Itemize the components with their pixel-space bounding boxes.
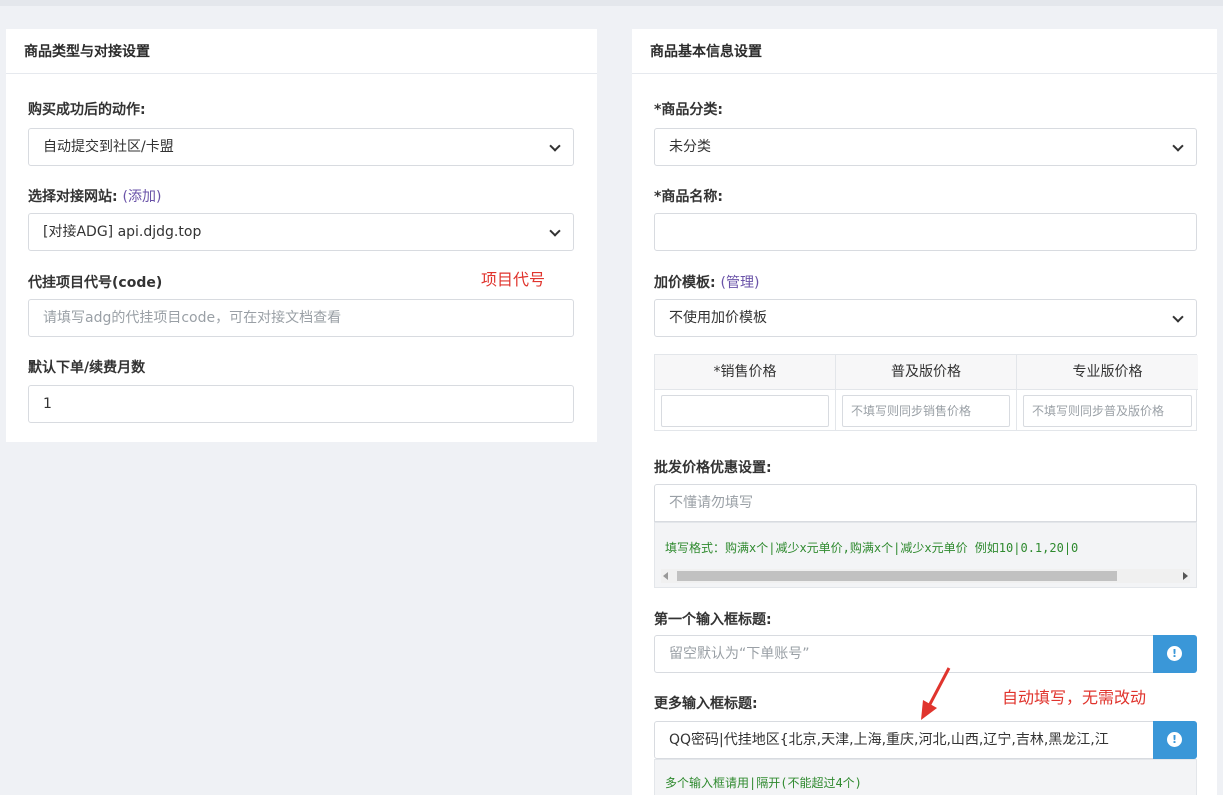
name-input[interactable] — [654, 213, 1197, 251]
more-inputs-hint: 多个输入框请用|隔开(不能超过4个) — [654, 759, 1197, 795]
label-action: 购买成功后的动作: — [28, 102, 146, 118]
label-site: 选择对接网站: (添加) — [28, 186, 161, 206]
annotation-project-code: 项目代号 — [481, 270, 546, 289]
scroll-left-arrow-icon[interactable] — [663, 572, 668, 580]
select-markup-value: 不使用加价模板 — [669, 310, 767, 326]
annotation-autofill: 自动填写，无需改动 — [1002, 688, 1147, 707]
label-site-text: 选择对接网站: — [28, 189, 118, 205]
label-more-inputs: 更多输入框标题: — [654, 696, 758, 712]
wholesale-hint-text: 填写格式：购满x个|减少x元单价,购满x个|减少x元单价 例如10|0.1,20… — [665, 541, 1079, 555]
select-category-value: 未分类 — [669, 139, 711, 155]
select-action-value: 自动提交到社区/卡盟 — [43, 139, 174, 155]
price-table: *销售价格 普及版价格 专业版价格 不填写则同步销售价格 不填写则同步普及版价格 — [654, 354, 1198, 431]
select-markup[interactable]: 不使用加价模板 — [654, 299, 1197, 337]
basic-price-input[interactable]: 不填写则同步销售价格 — [842, 395, 1010, 427]
price-cell-pro: 不填写则同步普及版价格 — [1017, 389, 1198, 431]
price-cell-basic: 不填写则同步销售价格 — [836, 389, 1017, 431]
label-wholesale: 批发价格优惠设置: — [654, 460, 772, 476]
panel-title: 商品类型与对接设置 — [6, 29, 597, 74]
select-action[interactable]: 自动提交到社区/卡盟 — [28, 128, 574, 166]
label-code: 代挂项目代号(code) — [28, 275, 163, 291]
add-site-link[interactable]: (添加) — [122, 189, 161, 205]
label-markup-text: 加价模板: — [654, 275, 716, 291]
label-markup: 加价模板: (管理) — [654, 272, 759, 292]
select-site-value: [对接ADG] api.djdg.top — [43, 224, 202, 240]
label-category: *商品分类: — [654, 102, 723, 118]
price-header-pro: 专业版价格 — [1017, 355, 1198, 389]
price-cell-sale — [655, 389, 836, 431]
price-header-basic: 普及版价格 — [836, 355, 1017, 389]
first-input-info-button[interactable]: ! — [1153, 635, 1197, 673]
months-input[interactable]: 1 — [28, 385, 574, 423]
select-site[interactable]: [对接ADG] api.djdg.top — [28, 213, 574, 251]
pro-price-input[interactable]: 不填写则同步普及版价格 — [1023, 395, 1192, 427]
wholesale-input-placeholder: 不懂请勿填写 — [669, 495, 753, 511]
horizontal-scrollbar[interactable] — [661, 569, 1190, 583]
exclamation-circle-icon: ! — [1167, 646, 1182, 661]
label-months: 默认下单/续费月数 — [28, 360, 146, 376]
top-border — [0, 0, 1223, 6]
months-input-value: 1 — [43, 396, 52, 412]
scrollbar-thumb[interactable] — [677, 571, 1117, 581]
wholesale-input[interactable]: 不懂请勿填写 — [654, 484, 1197, 522]
panel-title: 商品基本信息设置 — [632, 29, 1217, 74]
code-input-placeholder: 请填写adg的代挂项目code，可在对接文档查看 — [43, 310, 342, 326]
label-name: *商品名称: — [654, 189, 723, 205]
manage-markup-link[interactable]: (管理) — [720, 275, 759, 291]
more-inputs-title[interactable]: QQ密码|代挂地区{北京,天津,上海,重庆,河北,山西,辽宁,吉林,黑龙江,江 — [654, 721, 1154, 759]
first-input-title[interactable]: 留空默认为“下单账号” — [654, 635, 1154, 673]
more-inputs-value: QQ密码|代挂地区{北京,天津,上海,重庆,河北,山西,辽宁,吉林,黑龙江,江 — [669, 732, 1109, 748]
select-category[interactable]: 未分类 — [654, 128, 1197, 166]
wholesale-hint: 填写格式：购满x个|减少x元单价,购满x个|减少x元单价 例如10|0.1,20… — [654, 522, 1197, 588]
label-first-input: 第一个输入框标题: — [654, 612, 772, 628]
more-inputs-hint-text: 多个输入框请用|隔开(不能超过4个) — [665, 776, 862, 790]
first-input-placeholder: 留空默认为“下单账号” — [669, 646, 810, 662]
more-inputs-info-button[interactable]: ! — [1153, 721, 1197, 759]
sale-price-input[interactable] — [661, 395, 829, 427]
scroll-right-arrow-icon[interactable] — [1183, 572, 1188, 580]
code-input[interactable]: 请填写adg的代挂项目code，可在对接文档查看 — [28, 299, 574, 337]
red-arrow-icon — [921, 667, 951, 720]
exclamation-circle-icon: ! — [1167, 732, 1182, 747]
price-header-sale: *销售价格 — [655, 355, 836, 389]
